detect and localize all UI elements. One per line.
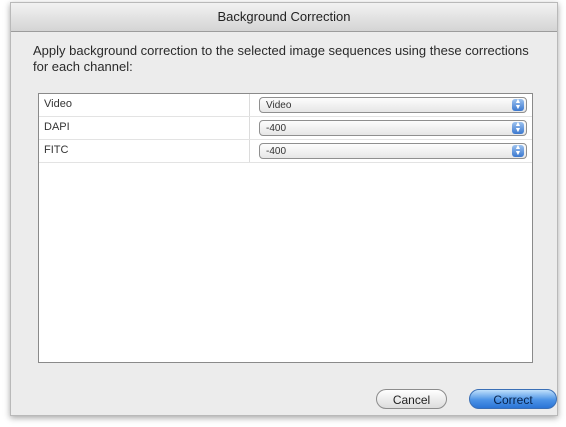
table-row: Video Video ▲ ▼	[39, 94, 532, 117]
table-row: FITC -400 ▲ ▼	[39, 140, 532, 163]
channel-label: DAPI	[44, 121, 70, 133]
channel-label: Video	[44, 98, 72, 110]
correct-button[interactable]: Correct	[469, 389, 557, 409]
correction-popup[interactable]: Video ▲ ▼	[259, 97, 527, 113]
correction-value: -400	[266, 123, 287, 134]
cancel-button[interactable]: Cancel	[376, 389, 447, 409]
correction-value: -400	[266, 146, 287, 157]
dialog-prompt: Apply background correction to the selec…	[33, 43, 529, 74]
table-row: DAPI -400 ▲ ▼	[39, 117, 532, 140]
up-down-arrows-icon: ▲ ▼	[512, 98, 524, 111]
column-divider	[249, 94, 250, 116]
dialog-window: Background Correction Apply background c…	[10, 2, 558, 416]
correction-value: Video	[266, 100, 292, 111]
window-title: Background Correction	[11, 3, 557, 32]
correction-popup[interactable]: -400 ▲ ▼	[259, 120, 527, 136]
channel-corrections-table: Video Video ▲ ▼ DAPI -400 ▲ ▼ FITC -400 ▲ ▼	[38, 93, 533, 363]
up-down-arrows-icon: ▲ ▼	[512, 121, 524, 134]
up-down-arrows-icon: ▲ ▼	[512, 144, 524, 157]
correction-popup[interactable]: -400 ▲ ▼	[259, 143, 527, 159]
column-divider	[249, 140, 250, 162]
column-divider	[249, 117, 250, 139]
channel-label: FITC	[44, 144, 69, 156]
